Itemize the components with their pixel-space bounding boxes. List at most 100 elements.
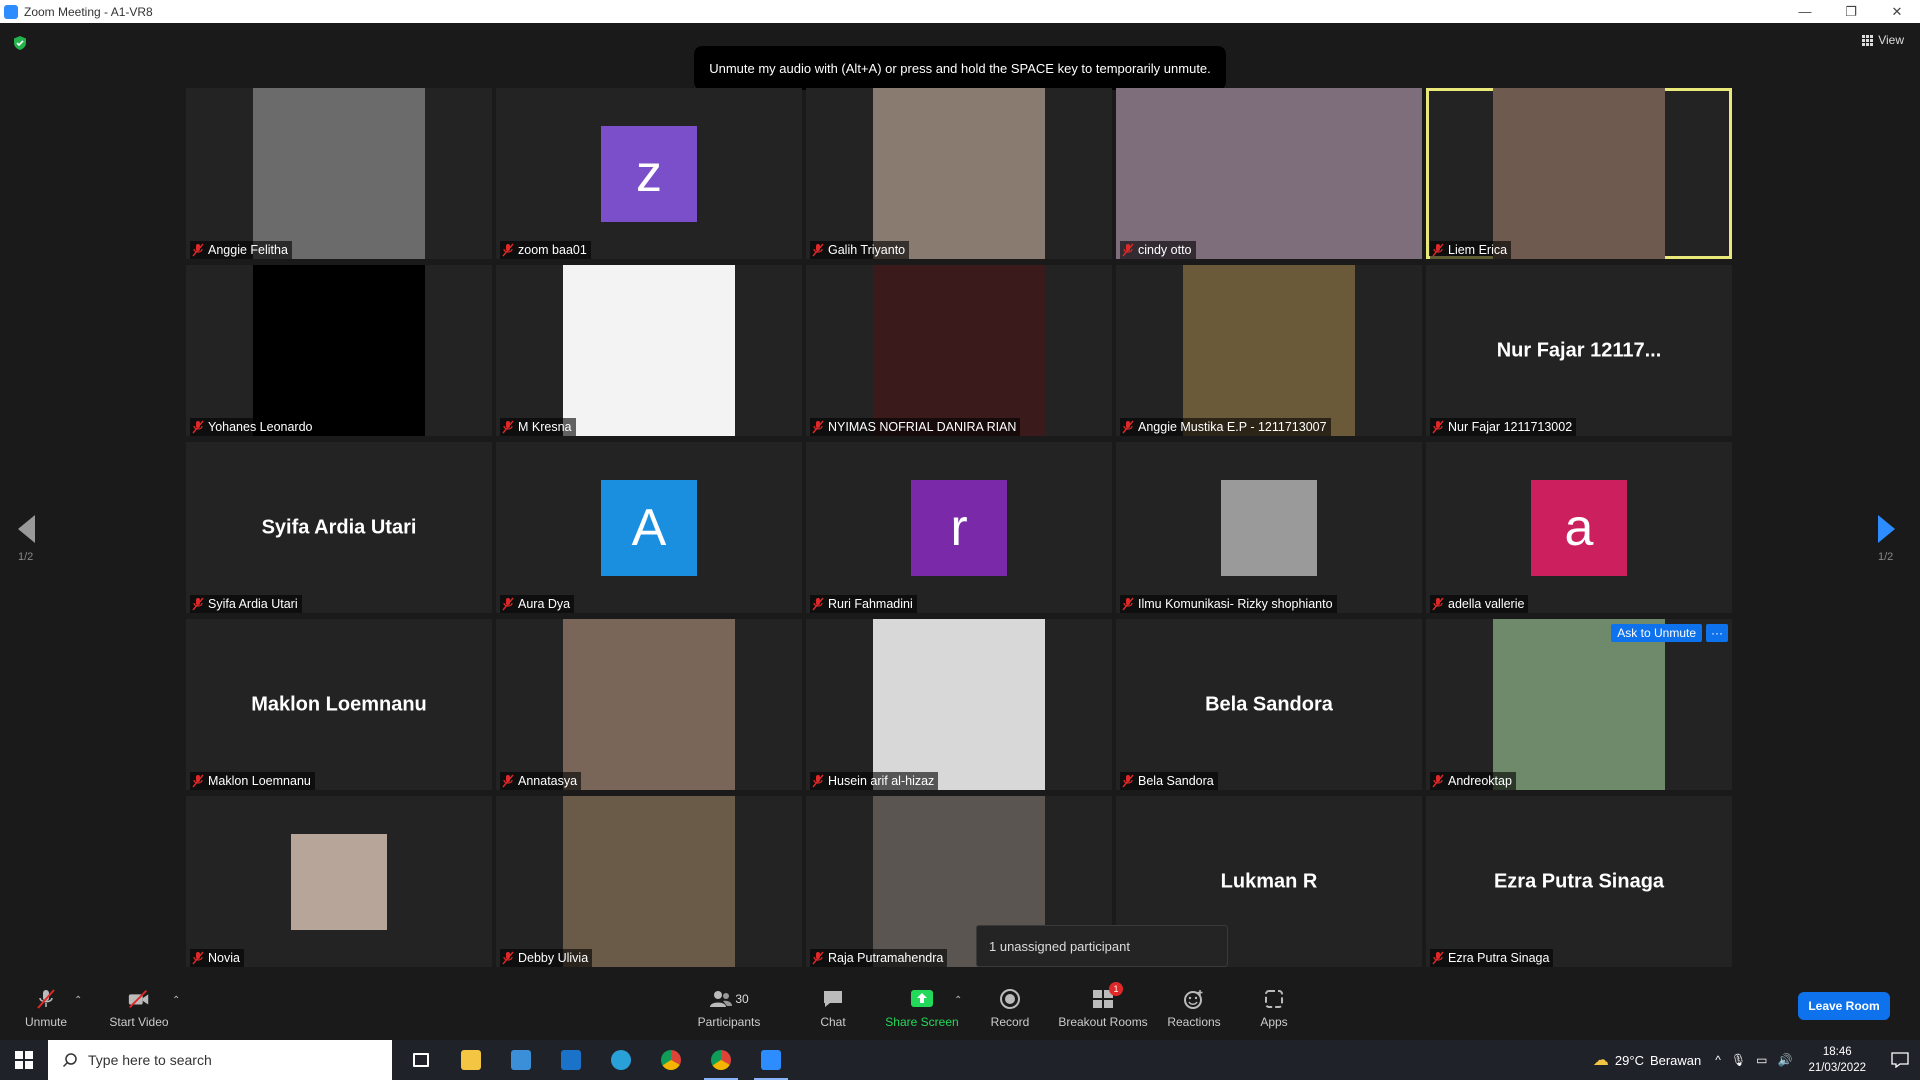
share-screen-button[interactable]: Share Screen xyxy=(882,977,962,1040)
participant-name: Syifa Ardia Utari xyxy=(208,597,298,611)
mail-icon[interactable] xyxy=(546,1040,596,1080)
participant-name-label: Anggie Felitha xyxy=(190,241,292,259)
record-label: Record xyxy=(990,1015,1030,1029)
participant-name: Galih Triyanto xyxy=(828,243,906,257)
participant-tile[interactable]: Andreoktap Ask to Unmute ··· xyxy=(1426,619,1732,790)
share-options-caret-icon[interactable]: ⌃ xyxy=(954,995,962,1006)
previous-page-arrow[interactable]: 1/2 xyxy=(18,515,42,563)
participant-avatar: r xyxy=(911,479,1007,576)
close-button[interactable]: ✕ xyxy=(1874,0,1920,23)
start-video-button[interactable]: Start Video xyxy=(104,977,174,1040)
participant-tile[interactable]: Liem Erica xyxy=(1426,88,1732,259)
breakout-badge: 1 xyxy=(1109,982,1123,996)
chrome-icon[interactable] xyxy=(646,1040,696,1080)
participant-name: Yohanes Leonardo xyxy=(208,420,313,434)
muted-mic-icon xyxy=(502,951,514,965)
participant-tile[interactable]: NYIMAS NOFRIAL DANIRA RIAN xyxy=(806,265,1112,436)
participant-name-label: Nur Fajar 1211713002 xyxy=(1430,418,1577,436)
participant-tile[interactable]: Anggie Felitha xyxy=(186,88,492,259)
participant-tile[interactable]: Yohanes Leonardo xyxy=(186,265,492,436)
participants-button[interactable]: 30 Participants xyxy=(694,977,764,1040)
participant-tile[interactable]: a adella vallerie xyxy=(1426,442,1732,613)
participant-name: Andreoktap xyxy=(1448,774,1512,788)
weather-widget[interactable]: ☁ 29°C Berawan xyxy=(1593,1050,1701,1070)
minimize-button[interactable]: — xyxy=(1782,0,1828,23)
muted-mic-icon xyxy=(34,988,58,1010)
participant-name-label: Maklon Loemnanu xyxy=(190,772,315,790)
start-button[interactable] xyxy=(0,1040,48,1080)
participant-tile[interactable]: Syifa Ardia Utari Syifa Ardia Utari xyxy=(186,442,492,613)
audio-options-caret-icon[interactable]: ⌃ xyxy=(74,995,82,1006)
edge-icon[interactable] xyxy=(596,1040,646,1080)
more-options-button[interactable]: ··· xyxy=(1706,624,1728,642)
maximize-button[interactable]: ❐ xyxy=(1828,0,1874,23)
page-indicator-right: 1/2 xyxy=(1878,551,1894,563)
participant-tile[interactable]: Maklon Loemnanu Maklon Loemnanu xyxy=(186,619,492,790)
participant-tile[interactable]: A Aura Dya xyxy=(496,442,802,613)
participants-count: 30 xyxy=(735,992,749,1006)
chevron-up-icon[interactable]: ^ xyxy=(1715,1053,1721,1067)
store-icon[interactable] xyxy=(496,1040,546,1080)
participant-name: Nur Fajar 1211713002 xyxy=(1448,420,1573,434)
notification-icon[interactable] xyxy=(1880,1040,1920,1080)
start-video-label: Start Video xyxy=(109,1015,169,1029)
file-explorer-icon[interactable] xyxy=(446,1040,496,1080)
chat-button[interactable]: Chat xyxy=(806,977,860,1040)
apps-label: Apps xyxy=(1260,1015,1288,1029)
task-view-icon[interactable] xyxy=(396,1040,446,1080)
participant-tile[interactable]: z zoom baa01 xyxy=(496,88,802,259)
participant-tile[interactable]: Anggie Mustika E.P - 1211713007 xyxy=(1116,265,1422,436)
participant-name-label: zoom baa01 xyxy=(500,241,591,259)
windows-taskbar: Type here to search ☁ 29°C Berawan ^ 🎙 ▭… xyxy=(0,1040,1920,1080)
participant-tile[interactable]: M Kresna xyxy=(496,265,802,436)
chrome-active-icon[interactable] xyxy=(696,1040,746,1080)
participant-name-label: Ilmu Komunikasi- Rizky shophianto xyxy=(1120,595,1337,613)
window-title: Zoom Meeting - A1-VR8 xyxy=(24,4,153,19)
participant-tile[interactable]: Ezra Putra Sinaga Ezra Putra Sinaga xyxy=(1426,796,1732,967)
view-label: View xyxy=(1878,33,1904,47)
participant-tile[interactable]: Husein arif al-hizaz xyxy=(806,619,1112,790)
participant-tile[interactable]: Novia xyxy=(186,796,492,967)
participant-tile[interactable]: Galih Triyanto xyxy=(806,88,1112,259)
triangle-right-icon xyxy=(1878,515,1895,543)
taskbar-clock[interactable]: 18:46 21/03/2022 xyxy=(1808,1044,1866,1076)
unassigned-participant-popup[interactable]: 1 unassigned participant xyxy=(976,925,1228,967)
next-page-arrow[interactable]: 1/2 xyxy=(1878,515,1902,563)
share-screen-label: Share Screen xyxy=(885,1015,959,1029)
participant-tile[interactable]: Ilmu Komunikasi- Rizky shophianto xyxy=(1116,442,1422,613)
reactions-button[interactable]: Reactions xyxy=(1166,977,1222,1040)
participant-tile[interactable]: Bela Sandora Bela Sandora xyxy=(1116,619,1422,790)
participant-video xyxy=(563,265,735,436)
participant-name-label: Ruri Fahmadini xyxy=(810,595,917,613)
participant-name: Ruri Fahmadini xyxy=(828,597,913,611)
muted-mic-icon xyxy=(192,243,204,257)
participant-tile[interactable]: r Ruri Fahmadini xyxy=(806,442,1112,613)
apps-button[interactable]: Apps xyxy=(1254,977,1294,1040)
network-icon[interactable]: ▭ xyxy=(1756,1053,1767,1067)
microphone-icon[interactable]: 🎙 xyxy=(1731,1053,1746,1067)
grid-icon xyxy=(1862,34,1874,46)
zoom-taskbar-icon[interactable] xyxy=(746,1040,796,1080)
participant-name: Anggie Mustika E.P - 1211713007 xyxy=(1138,420,1327,434)
participant-tile[interactable]: Annatasya xyxy=(496,619,802,790)
leave-room-button[interactable]: Leave Room xyxy=(1798,992,1890,1020)
taskbar-search-box[interactable]: Type here to search xyxy=(48,1040,392,1080)
reactions-label: Reactions xyxy=(1167,1015,1221,1029)
breakout-rooms-button[interactable]: 1 Breakout Rooms xyxy=(1058,977,1148,1040)
video-off-icon xyxy=(127,988,151,1010)
participant-tile[interactable]: cindy otto xyxy=(1116,88,1422,259)
participant-tile[interactable]: Debby Ulivia xyxy=(496,796,802,967)
participant-tile[interactable]: Nur Fajar 12117... Nur Fajar 1211713002 xyxy=(1426,265,1732,436)
participant-name-label: Raja Putramahendra xyxy=(810,949,948,967)
unmute-button[interactable]: Unmute xyxy=(22,977,70,1040)
record-icon xyxy=(998,988,1022,1010)
video-options-caret-icon[interactable]: ⌃ xyxy=(172,995,180,1006)
muted-mic-icon xyxy=(1432,774,1444,788)
view-button[interactable]: View xyxy=(1862,33,1904,47)
volume-icon[interactable]: 🔊 xyxy=(1777,1053,1792,1067)
record-button[interactable]: Record xyxy=(988,977,1032,1040)
meeting-toolbar: Unmute ⌃ Start Video ⌃ 30 Participants C… xyxy=(0,977,1920,1040)
shield-icon[interactable] xyxy=(12,35,28,51)
meeting-area: View Unmute my audio with (Alt+A) or pre… xyxy=(0,23,1920,1040)
ask-to-unmute-button[interactable]: Ask to Unmute xyxy=(1611,624,1702,642)
